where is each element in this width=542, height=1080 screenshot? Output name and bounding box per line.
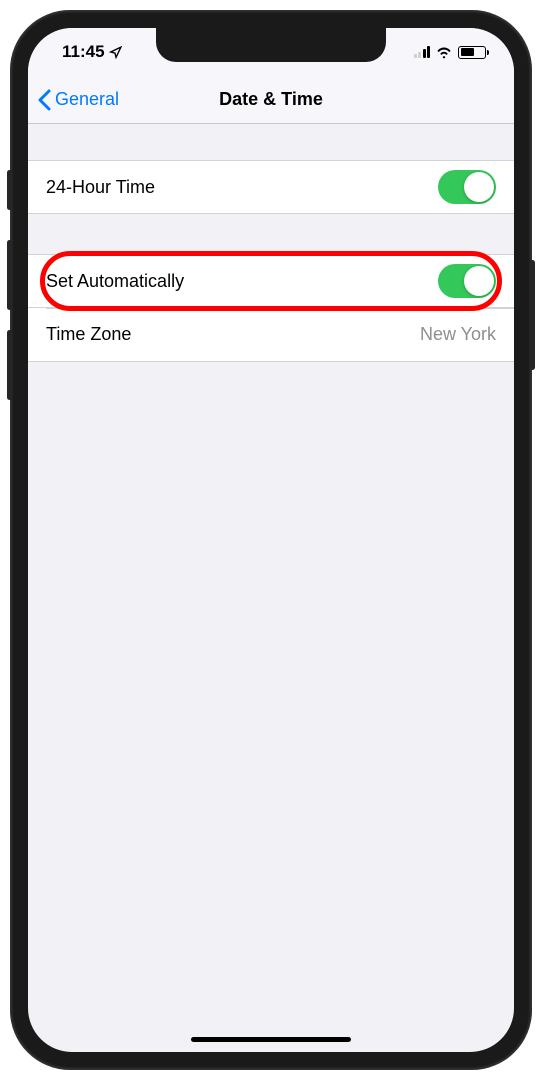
wifi-icon <box>435 46 453 59</box>
back-label: General <box>55 89 119 110</box>
time-zone-value: New York <box>420 324 496 345</box>
nav-header: General Date & Time <box>28 76 514 124</box>
status-right <box>414 46 487 59</box>
content: 24-Hour Time Set Automatically Time Zone… <box>28 124 514 362</box>
screen: 11:45 <box>28 28 514 1052</box>
set-automatically-cell: Set Automatically <box>28 254 514 308</box>
chevron-left-icon <box>38 89 51 111</box>
volume-up-button <box>7 240 12 310</box>
set-automatically-toggle[interactable] <box>438 264 496 298</box>
time-zone-cell[interactable]: Time Zone New York <box>28 308 514 362</box>
mute-switch <box>7 170 12 210</box>
home-indicator[interactable] <box>191 1037 351 1042</box>
status-time: 11:45 <box>62 42 105 62</box>
battery-icon <box>458 46 486 59</box>
device-frame: 11:45 <box>10 10 532 1070</box>
set-automatically-label: Set Automatically <box>46 271 184 292</box>
location-icon <box>109 46 122 59</box>
power-button <box>530 260 535 370</box>
page-title: Date & Time <box>219 89 323 110</box>
notch <box>156 28 386 62</box>
cellular-icon <box>414 46 431 58</box>
time-zone-label: Time Zone <box>46 324 131 345</box>
twenty-four-hour-toggle[interactable] <box>438 170 496 204</box>
twenty-four-hour-label: 24-Hour Time <box>46 177 155 198</box>
back-button[interactable]: General <box>28 89 119 111</box>
volume-down-button <box>7 330 12 400</box>
twenty-four-hour-cell: 24-Hour Time <box>28 160 514 214</box>
status-left: 11:45 <box>62 42 122 62</box>
